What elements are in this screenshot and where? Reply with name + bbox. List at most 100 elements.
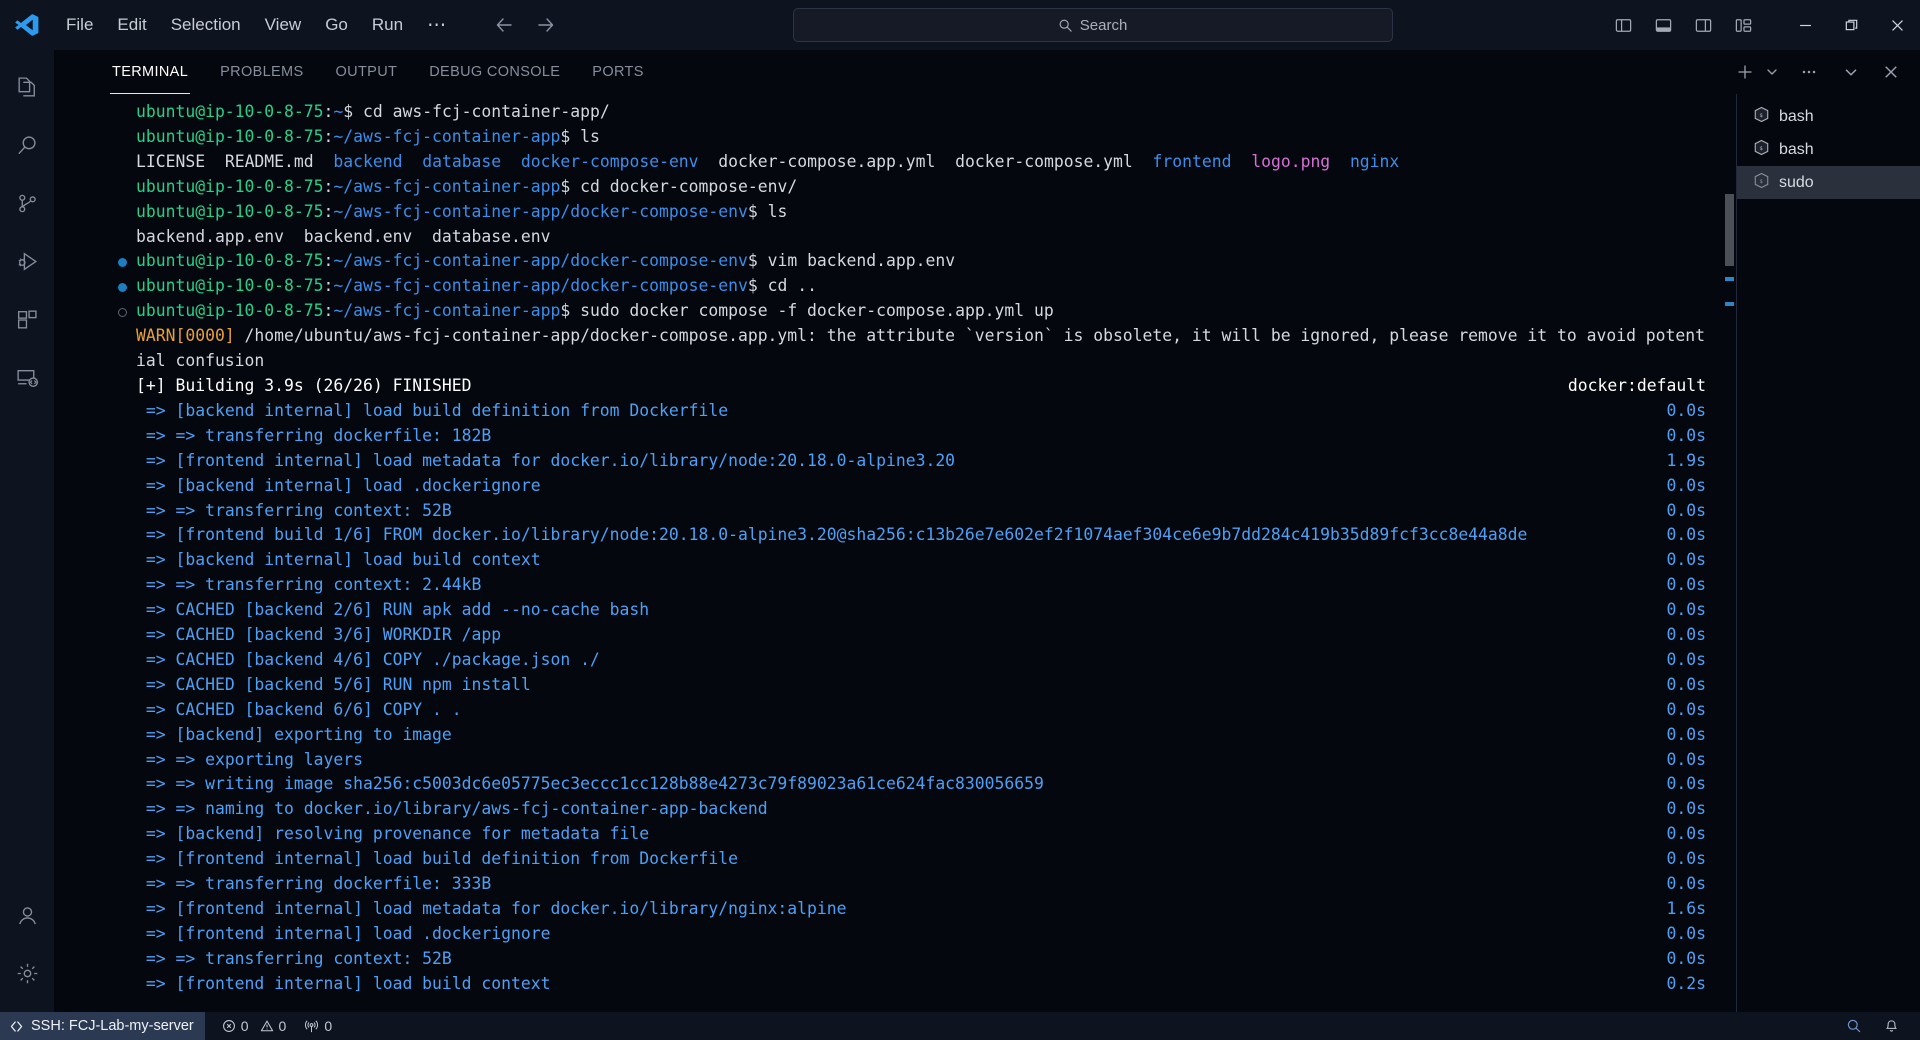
terminal-output-line: backend.app.env backend.env database.env	[136, 226, 551, 246]
remote-label: SSH: FCJ-Lab-my-server	[31, 1018, 194, 1034]
prompt-sigil: $	[747, 251, 768, 271]
sidebar-item-extensions[interactable]	[0, 290, 54, 348]
prompt-separator: :	[323, 251, 334, 271]
build-step-line: 0.0s => [backend internal] load build de…	[136, 399, 1706, 424]
editor-zoom-button[interactable]	[1837, 1012, 1871, 1040]
terminal-prompt-line: ubuntu@ip-10-0-8-75:~/aws-fcj-container-…	[118, 274, 1706, 299]
menu-selection[interactable]: Selection	[159, 11, 253, 39]
tab-problems[interactable]: PROBLEMS	[204, 50, 319, 94]
close-icon[interactable]	[1876, 57, 1906, 87]
terminal-command: sudo docker compose -f docker-compose.ap…	[580, 301, 1054, 321]
account-icon[interactable]	[0, 886, 54, 944]
menu-go[interactable]: Go	[313, 11, 360, 39]
prompt-sigil: $	[747, 276, 768, 296]
bell-icon	[1886, 1019, 1897, 1032]
build-driver: docker:default	[1567, 375, 1706, 395]
layout-panel-icon[interactable]	[1648, 10, 1678, 40]
prompt-path: ~/aws-fcj-container-app	[333, 176, 561, 196]
build-step-text: => CACHED [backend 2/6] RUN apk add --no…	[136, 600, 650, 620]
command-decoration[interactable]	[118, 283, 127, 293]
arrow-left-icon[interactable]	[491, 12, 517, 38]
terminal-bash-icon: $	[1753, 139, 1770, 161]
prompt-sigil: $	[560, 301, 581, 321]
tab-ports[interactable]: PORTS	[576, 50, 659, 94]
tab-output[interactable]: OUTPUT	[320, 50, 414, 94]
gear-icon[interactable]	[0, 944, 54, 1002]
terminal-output: ubuntu@ip-10-0-8-75:~$ cd aws-fcj-contai…	[54, 100, 1736, 997]
build-step-line: 0.0s => => naming to docker.io/library/a…	[136, 797, 1706, 822]
minimize-button[interactable]	[1782, 0, 1828, 50]
layout-customize-icon[interactable]	[1728, 10, 1758, 40]
prompt-separator: :	[323, 201, 334, 221]
build-step-text: => => writing image sha256:c5003dc6e0577…	[136, 774, 1044, 794]
menu-file[interactable]: File	[54, 11, 105, 39]
prompt-separator: :	[323, 176, 334, 196]
ls-entry: backend	[333, 151, 403, 171]
menu-more-icon[interactable]: ⋯	[415, 14, 459, 37]
terminal-prompt-line: ubuntu@ip-10-0-8-75:~/aws-fcj-container-…	[136, 125, 1706, 150]
tab-debug-console[interactable]: DEBUG CONSOLE	[413, 50, 576, 94]
build-step-line: 0.0s => [frontend build 1/6] FROM docker…	[136, 523, 1706, 548]
search-input[interactable]: Search	[792, 8, 1393, 42]
menu-edit[interactable]: Edit	[105, 11, 158, 39]
sidebar-item-source-control[interactable]	[0, 174, 54, 232]
build-step-line: 0.0s => CACHED [backend 5/6] RUN npm ins…	[136, 673, 1706, 698]
menu-bar: File Edit Selection View Go Run ⋯	[54, 11, 459, 39]
notifications-button[interactable]	[1875, 1012, 1908, 1040]
terminal-prompt-line: ubuntu@ip-10-0-8-75:~/aws-fcj-container-…	[136, 175, 1706, 200]
plus-icon[interactable]	[1730, 57, 1760, 87]
workbench-body: TERMINAL PROBLEMS OUTPUT DEBUG CONSOLE P…	[0, 50, 1920, 1012]
sidebar-item-explorer[interactable]	[0, 58, 54, 116]
menu-run[interactable]: Run	[360, 11, 415, 39]
layout-sidebar-left-icon[interactable]	[1608, 10, 1638, 40]
build-step-line: 0.0s => => transferring dockerfile: 333B	[136, 872, 1706, 897]
command-decoration[interactable]	[118, 308, 127, 318]
build-step-duration: 0.0s	[1666, 625, 1706, 645]
terminal-scrollbar[interactable]	[1720, 94, 1736, 1012]
terminal-row: ubuntu@ip-10-0-8-75:~$ cd aws-fcj-contai…	[54, 94, 1920, 1012]
search-placeholder: Search	[1079, 16, 1128, 34]
sidebar-item-search[interactable]	[0, 116, 54, 174]
maximize-button[interactable]	[1828, 0, 1874, 50]
terminal-tab-bash-2[interactable]: $ bash	[1737, 133, 1920, 166]
build-step-line: 0.0s => => transferring context: 52B	[136, 947, 1706, 972]
ls-entry: nginx	[1349, 151, 1400, 171]
terminal-viewport[interactable]: ubuntu@ip-10-0-8-75:~$ cd aws-fcj-contai…	[54, 94, 1736, 1012]
scrollbar-thumb[interactable]	[1725, 194, 1734, 266]
layout-sidebar-right-icon[interactable]	[1688, 10, 1718, 40]
sidebar-item-remote-explorer[interactable]	[0, 348, 54, 406]
build-step-duration: 0.0s	[1666, 674, 1706, 694]
status-ports[interactable]: 0	[295, 1012, 341, 1040]
layout-buttons	[1608, 10, 1758, 40]
terminal-prompt-line: ubuntu@ip-10-0-8-75:~/aws-fcj-container-…	[118, 299, 1706, 324]
menu-view[interactable]: View	[253, 11, 314, 39]
prompt-separator: :	[323, 276, 334, 296]
terminal-tab-bash-1[interactable]: $ bash	[1737, 100, 1920, 133]
tab-terminal[interactable]: TERMINAL	[96, 50, 204, 94]
arrow-right-icon[interactable]	[533, 12, 559, 38]
close-button[interactable]	[1874, 0, 1920, 50]
vscode-logo-icon	[0, 12, 54, 38]
terminal-prompt-line: ubuntu@ip-10-0-8-75:~/aws-fcj-container-…	[118, 249, 1706, 274]
status-problems[interactable]: 0 0	[213, 1012, 296, 1040]
ports-count: 0	[324, 1018, 333, 1034]
search-icon	[1059, 19, 1072, 32]
hide-panel-icon[interactable]	[1836, 57, 1866, 87]
build-step-text: => [frontend internal] load build defini…	[136, 849, 738, 869]
prompt-user: ubuntu@ip-10-0-8-75	[136, 176, 324, 196]
status-right-group	[1837, 1012, 1920, 1040]
command-decoration[interactable]	[118, 258, 127, 268]
remote-indicator[interactable]: SSH: FCJ-Lab-my-server	[0, 1012, 205, 1040]
build-step-duration: 0.0s	[1666, 649, 1706, 669]
prompt-path: ~/aws-fcj-container-app	[333, 301, 561, 321]
terminal-tab-sudo[interactable]: $ sudo	[1737, 166, 1920, 199]
ls-entry: docker-compose.yml	[955, 151, 1133, 171]
command-decoration-mark	[1725, 277, 1734, 281]
ellipsis-icon[interactable]	[1794, 57, 1824, 87]
chevron-down-icon[interactable]	[1762, 57, 1782, 87]
build-step-line: 0.0s => [backend] exporting to image	[136, 723, 1706, 748]
sidebar-item-run-and-debug[interactable]	[0, 232, 54, 290]
ls-entry: docker-compose.app.yml	[718, 151, 936, 171]
build-step-text: => [backend internal] load .dockerignore	[136, 475, 541, 495]
terminal-tab-label: bash	[1779, 140, 1814, 158]
